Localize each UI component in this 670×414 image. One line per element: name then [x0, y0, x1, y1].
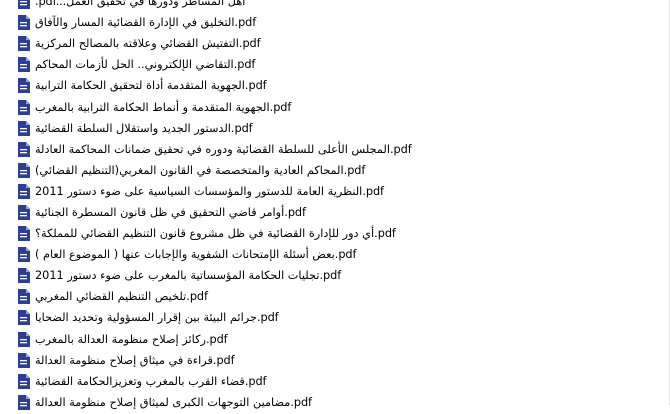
pdf-file-icon — [17, 352, 31, 368]
file-item[interactable]: .pdf...أهل المساطر ودورها في تحقيق العمل — [0, 0, 670, 12]
pdf-file-icon — [17, 78, 31, 94]
file-name: الجهوية المتقدمة أداة لتحقيق الحكامة الت… — [35, 79, 267, 93]
file-item[interactable]: المجلس الأعلى للسلطة القضائية ودوره في ت… — [0, 139, 670, 160]
file-item[interactable]: مضامين التوجهات الكبرى لميثاق إصلاح منظو… — [0, 392, 670, 413]
file-name: .pdf...أهل المساطر ودورها في تحقيق العمل — [35, 0, 246, 9]
file-name: مضامين التوجهات الكبرى لميثاق إصلاح منظو… — [35, 395, 312, 409]
pdf-file-icon — [17, 120, 31, 136]
pdf-file-icon — [17, 0, 31, 10]
file-item[interactable]: ركائز إصلاح منظومة العدالة بالمغرب.pdf — [0, 329, 670, 350]
pdf-file-icon — [17, 310, 31, 326]
file-item[interactable]: الجهوية المتقدمة أداة لتحقيق الحكامة الت… — [0, 75, 670, 96]
pdf-file-icon — [17, 331, 31, 347]
file-item[interactable]: المحاكم العادية والمتخصصة في القانون الم… — [0, 160, 670, 181]
file-item[interactable]: تجليات الحكامة المؤسساتية بالمغرب على ضو… — [0, 265, 670, 286]
file-item[interactable]: النظرية العامة للدستور والمؤسسات السياسي… — [0, 181, 670, 202]
file-name: التقاضي الإلكتروني.. الحل لأزمات المحاكم… — [35, 58, 256, 72]
file-item[interactable]: الجهوية المتقدمة و أنماط الحكامة الترابي… — [0, 96, 670, 117]
file-name: قضاء القرب بالمغرب وتعزيزالحكامة القضائي… — [35, 374, 267, 388]
file-name: أي دور للإدارة القضائية في ظل مشروع قانو… — [35, 227, 396, 241]
file-item[interactable]: تلخيص التنظيم القضائي المغربي.pdf — [0, 286, 670, 307]
file-item[interactable]: أوامر قاضي التحقيق في ظل قانون المسطرة ا… — [0, 202, 670, 223]
file-item[interactable]: الدستور الجديد واستقلال السلطة القضائية.… — [0, 118, 670, 139]
file-name: التفتيش القضائي وعلاقته بالمصالح المركزي… — [35, 37, 261, 51]
pdf-file-icon — [17, 268, 31, 284]
file-name: التخليق في الإدارة القضائية المسار والآف… — [35, 16, 257, 30]
pdf-file-icon — [17, 373, 31, 389]
pdf-file-icon — [17, 15, 31, 31]
pdf-file-icon — [17, 247, 31, 263]
file-list: .pdf...أهل المساطر ودورها في تحقيق العمل… — [0, 0, 670, 413]
file-item[interactable]: أي دور للإدارة القضائية في ظل مشروع قانو… — [0, 223, 670, 244]
file-name: بعض أسئلة الإمتحانات الشفوية والإجابات ع… — [35, 248, 357, 262]
file-name: الجهوية المتقدمة و أنماط الحكامة الترابي… — [35, 100, 292, 114]
pdf-file-icon — [17, 141, 31, 157]
pdf-file-icon — [17, 183, 31, 199]
file-name: النظرية العامة للدستور والمؤسسات السياسي… — [35, 184, 384, 198]
file-item[interactable]: قضاء القرب بالمغرب وتعزيزالحكامة القضائي… — [0, 371, 670, 392]
file-item[interactable]: التقاضي الإلكتروني.. الحل لأزمات المحاكم… — [0, 54, 670, 75]
pdf-file-icon — [17, 162, 31, 178]
pdf-file-icon — [17, 204, 31, 220]
file-name: تجليات الحكامة المؤسساتية بالمغرب على ضو… — [35, 269, 342, 283]
pdf-file-icon — [17, 394, 31, 410]
file-name: أوامر قاضي التحقيق في ظل قانون المسطرة ا… — [35, 205, 306, 219]
file-item[interactable]: قراءة في ميثاق إصلاح منظومة العدالة.pdf — [0, 350, 670, 371]
pdf-file-icon — [17, 36, 31, 52]
file-item[interactable]: بعض أسئلة الإمتحانات الشفوية والإجابات ع… — [0, 244, 670, 265]
pdf-file-icon — [17, 99, 31, 115]
file-item[interactable]: التخليق في الإدارة القضائية المسار والآف… — [0, 12, 670, 33]
file-name: جرائم البيئة بين إقرار المسؤولية وتحديد … — [35, 311, 279, 325]
file-name: قراءة في ميثاق إصلاح منظومة العدالة.pdf — [35, 353, 235, 367]
pdf-file-icon — [17, 226, 31, 242]
file-name: الدستور الجديد واستقلال السلطة القضائية.… — [35, 121, 253, 135]
file-item[interactable]: التفتيش القضائي وعلاقته بالمصالح المركزي… — [0, 33, 670, 54]
pdf-file-icon — [17, 57, 31, 73]
file-item[interactable]: جرائم البيئة بين إقرار المسؤولية وتحديد … — [0, 307, 670, 328]
file-name: المحاكم العادية والمتخصصة في القانون الم… — [35, 163, 366, 177]
file-name: المجلس الأعلى للسلطة القضائية ودوره في ت… — [35, 142, 412, 156]
file-name: ركائز إصلاح منظومة العدالة بالمغرب.pdf — [35, 332, 228, 346]
pdf-file-icon — [17, 289, 31, 305]
file-name: تلخيص التنظيم القضائي المغربي.pdf — [35, 290, 208, 304]
